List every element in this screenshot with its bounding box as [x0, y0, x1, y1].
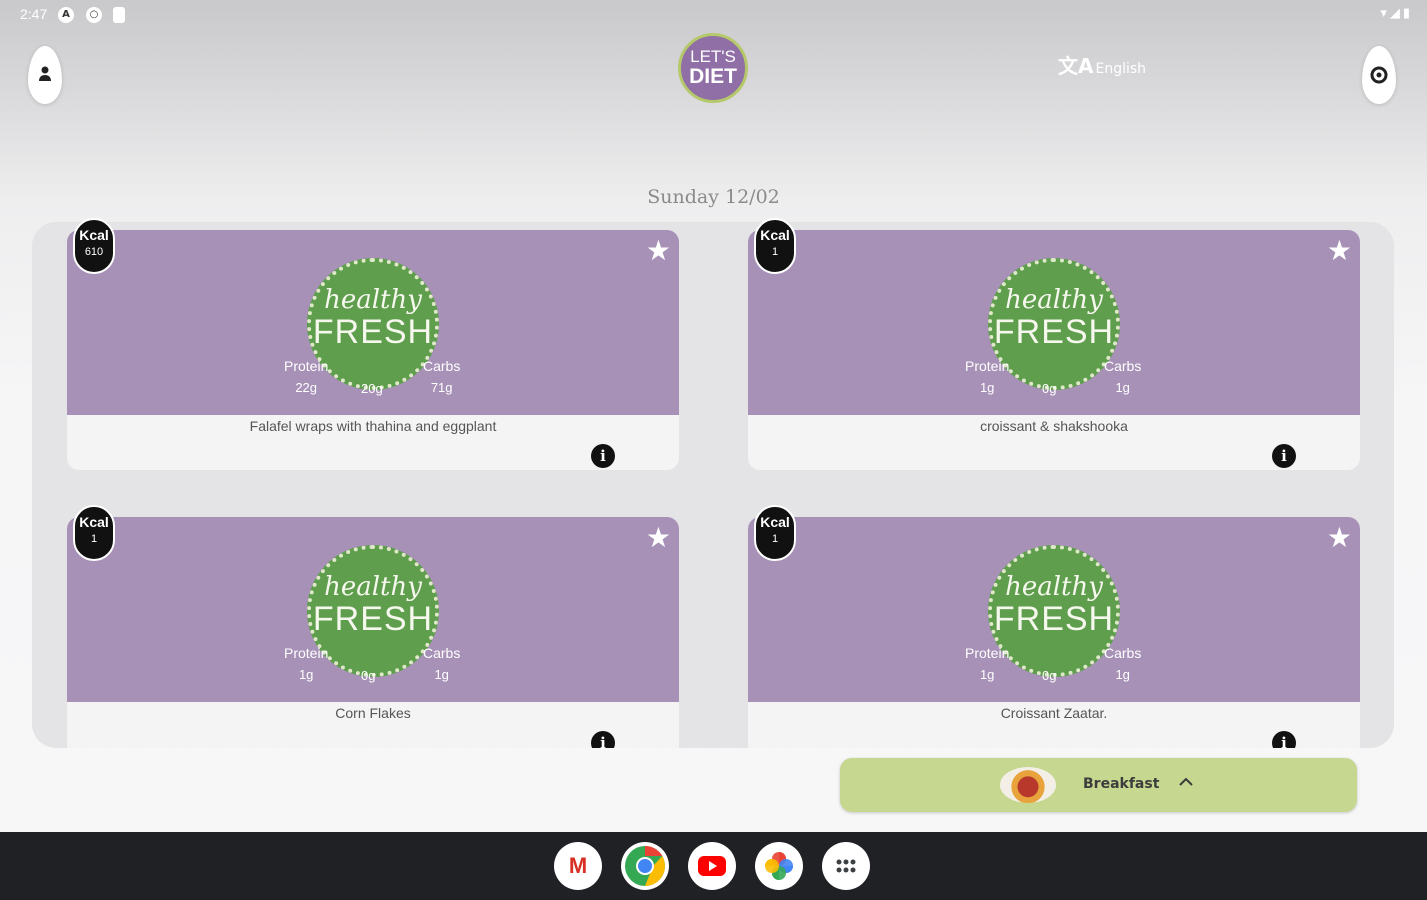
fat-info: 0g	[361, 662, 375, 683]
protein-info: Protein 1g	[965, 358, 1009, 395]
a-icon: A	[58, 7, 74, 23]
taskbar: M	[0, 832, 1427, 900]
kcal-label: Kcal	[79, 514, 109, 530]
battery-saver-icon	[113, 7, 125, 23]
meal-card[interactable]: ★ healthy FRESH Protein 22g 20g Carbs 71g …	[67, 230, 679, 470]
settings-icon	[1362, 66, 1396, 88]
photos-icon[interactable]	[755, 842, 803, 890]
protein-label: Protein	[284, 645, 329, 661]
kcal-value: 1	[90, 533, 98, 545]
date-label[interactable]: Sunday 12/02	[0, 186, 1427, 208]
info-icon[interactable]: i	[591, 731, 615, 748]
meal-card[interactable]: ★ healthy FRESH Protein 1g 0g Carbs 1g cro…	[748, 230, 1360, 470]
carbs-info: Carbs 1g	[1104, 358, 1141, 395]
fat-info: 0g	[1042, 662, 1056, 683]
info-icon[interactable]: i	[1272, 444, 1296, 468]
favorite-star-icon[interactable]: ★	[1327, 234, 1352, 267]
youtube-icon[interactable]	[688, 842, 736, 890]
fat-value: 20g	[361, 381, 383, 396]
fat-value: 0g	[1042, 668, 1057, 683]
carbs-label: Carbs	[423, 645, 461, 661]
carbs-value: 1g	[434, 667, 449, 682]
fat-info: 0g	[1042, 375, 1056, 396]
fat-value: 0g	[361, 668, 376, 683]
meal-name: croissant & shakshooka	[980, 418, 1128, 434]
settings-button[interactable]	[1362, 46, 1396, 104]
chevron-up-icon	[1178, 772, 1194, 791]
carbs-label: Carbs	[423, 358, 461, 374]
meal-name: Corn Flakes	[335, 705, 411, 721]
logo-fresh-text: FRESH	[993, 600, 1115, 638]
protein-value: 1g	[979, 667, 995, 682]
protein-label: Protein	[965, 358, 1010, 374]
breakfast-plate-icon	[1000, 767, 1056, 803]
favorite-star-icon[interactable]: ★	[646, 521, 671, 554]
kcal-label: Kcal	[79, 227, 109, 243]
meal-card[interactable]: ★ healthy FRESH Protein 1g 0g Carbs 1g Cro…	[748, 517, 1360, 748]
signal-battery-icons: ▾◢▮	[1380, 6, 1413, 21]
logo-healthy-text: healthy	[1005, 572, 1103, 602]
meal-card[interactable]: ★ healthy FRESH Protein 1g 0g Carbs 1g Cor…	[67, 517, 679, 748]
meal-name: Falafel wraps with thahina and eggplant	[249, 418, 497, 434]
app-logo: LET'S DIET	[678, 33, 748, 103]
logo-healthy-text: healthy	[324, 285, 422, 315]
meal-type-selector[interactable]: Breakfast	[840, 758, 1357, 812]
protein-info: Protein 22g	[284, 358, 328, 395]
kcal-label: Kcal	[760, 514, 790, 530]
protein-value: 1g	[979, 380, 995, 395]
kcal-value: 1	[771, 246, 779, 258]
logo-fresh-text: FRESH	[993, 313, 1115, 351]
gmail-icon[interactable]: M	[554, 842, 602, 890]
chrome-icon[interactable]	[621, 842, 669, 890]
kcal-value: 610	[84, 246, 104, 258]
meal-type-label: Breakfast	[1083, 776, 1160, 792]
carbs-label: Carbs	[1104, 645, 1142, 661]
meals-panel[interactable]: ★ healthy FRESH Protein 22g 20g Carbs 71g …	[32, 222, 1394, 748]
carbs-info: Carbs 71g	[423, 358, 460, 395]
app-drawer-icon[interactable]	[822, 842, 870, 890]
language-selector[interactable]: 文A English	[1058, 50, 1146, 79]
protein-label: Protein	[284, 358, 329, 374]
status-bar: 2:47 A ○ ▾◢▮	[0, 0, 1427, 30]
kcal-badge: Kcal 610	[73, 218, 115, 274]
language-label: English	[1095, 61, 1147, 77]
person-icon	[28, 66, 62, 86]
kcal-badge: Kcal 1	[73, 505, 115, 561]
circle-icon: ○	[86, 7, 102, 23]
logo-fresh-text: FRESH	[312, 313, 434, 351]
kcal-badge: Kcal 1	[754, 505, 796, 561]
meal-name: Croissant Zaatar.	[1000, 705, 1108, 721]
carbs-value: 71g	[430, 380, 453, 395]
kcal-label: Kcal	[760, 227, 790, 243]
protein-value: 22g	[295, 380, 318, 395]
logo-line2: DIET	[689, 65, 737, 88]
protein-label: Protein	[965, 645, 1010, 661]
carbs-value: 1g	[1115, 380, 1130, 395]
logo-healthy-text: healthy	[1005, 285, 1103, 315]
kcal-badge: Kcal 1	[754, 218, 796, 274]
logo-fresh-text: FRESH	[312, 600, 434, 638]
translate-icon: 文A	[1058, 54, 1094, 78]
profile-button[interactable]	[28, 46, 62, 104]
fat-info: 20g	[361, 375, 383, 396]
carbs-info: Carbs 1g	[1104, 645, 1141, 682]
protein-value: 1g	[298, 667, 314, 682]
protein-info: Protein 1g	[965, 645, 1009, 682]
logo-healthy-text: healthy	[324, 572, 422, 602]
info-icon[interactable]: i	[591, 444, 615, 468]
carbs-value: 1g	[1115, 667, 1130, 682]
carbs-label: Carbs	[1104, 358, 1142, 374]
info-icon[interactable]: i	[1272, 731, 1296, 748]
protein-info: Protein 1g	[284, 645, 328, 682]
status-time: 2:47	[20, 6, 48, 22]
fat-value: 0g	[1042, 381, 1057, 396]
kcal-value: 1	[771, 533, 779, 545]
favorite-star-icon[interactable]: ★	[646, 234, 671, 267]
carbs-info: Carbs 1g	[423, 645, 460, 682]
favorite-star-icon[interactable]: ★	[1327, 521, 1352, 554]
logo-line1: LET'S	[690, 47, 736, 66]
